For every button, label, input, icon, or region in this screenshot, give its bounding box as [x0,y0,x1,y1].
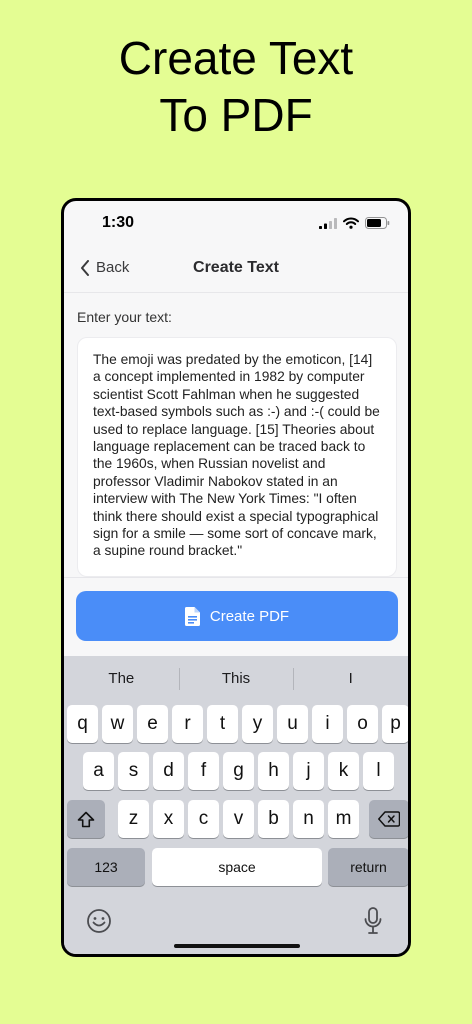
key-c[interactable]: c [188,800,219,838]
key-s[interactable]: s [118,752,149,790]
home-indicator [174,944,300,948]
navigation-bar: Back Create Text [64,249,408,293]
status-time: 1:30 [102,214,135,231]
create-pdf-label: Create PDF [209,607,290,625]
key-y[interactable]: y [242,705,273,743]
shift-icon [77,811,95,827]
emoji-button[interactable] [86,908,112,934]
space-key[interactable]: space [152,848,322,886]
key-l[interactable]: l [363,752,394,790]
phone-frame: 1:30 Back Create Text Enter your text: T… [61,198,411,957]
suggestion-bar: The This I [64,656,408,700]
key-w[interactable]: w [102,705,133,743]
key-i[interactable]: i [312,705,343,743]
status-icons [319,217,390,229]
key-j[interactable]: j [293,752,324,790]
delete-key[interactable] [369,800,408,838]
key-u[interactable]: u [277,705,308,743]
key-d[interactable]: d [153,752,184,790]
key-f[interactable]: f [188,752,219,790]
keyboard: The This I q w e r t y u i o p a s d f g… [64,656,408,954]
key-m[interactable]: m [328,800,359,838]
headline: Create Text To PDF [0,30,472,144]
emoji-icon [87,909,111,933]
numbers-key[interactable]: 123 [67,848,145,886]
text-input-area[interactable]: The emoji was predated by the emoticon, … [77,337,397,577]
key-r[interactable]: r [172,705,203,743]
document-icon [184,606,200,626]
key-e[interactable]: e [137,705,168,743]
shift-key[interactable] [67,800,105,838]
key-b[interactable]: b [258,800,289,838]
wifi-icon [343,217,359,229]
suggestion-1[interactable]: The [64,670,179,687]
key-g[interactable]: g [223,752,254,790]
key-v[interactable]: v [223,800,254,838]
key-k[interactable]: k [328,752,359,790]
divider [64,577,408,578]
key-p[interactable]: p [382,705,408,743]
delete-icon [378,811,400,827]
status-bar: 1:30 [64,201,408,251]
battery-icon [365,217,390,229]
key-t[interactable]: t [207,705,238,743]
key-n[interactable]: n [293,800,324,838]
return-key[interactable]: return [328,848,408,886]
suggestion-2[interactable]: This [178,667,294,690]
microphone-icon [364,907,382,934]
cellular-signal-icon [319,217,337,229]
key-h[interactable]: h [258,752,289,790]
dictation-button[interactable] [364,907,382,935]
key-q[interactable]: q [67,705,98,743]
headline-line-1: Create Text [118,32,354,84]
text-input-label: Enter your text: [77,309,172,325]
key-o[interactable]: o [347,705,378,743]
key-a[interactable]: a [83,752,114,790]
key-z[interactable]: z [118,800,149,838]
headline-line-2: To PDF [159,89,313,141]
suggestion-3[interactable]: I [293,667,408,690]
create-pdf-button[interactable]: Create PDF [76,591,398,641]
page-title: Create Text [193,259,279,276]
key-x[interactable]: x [153,800,184,838]
